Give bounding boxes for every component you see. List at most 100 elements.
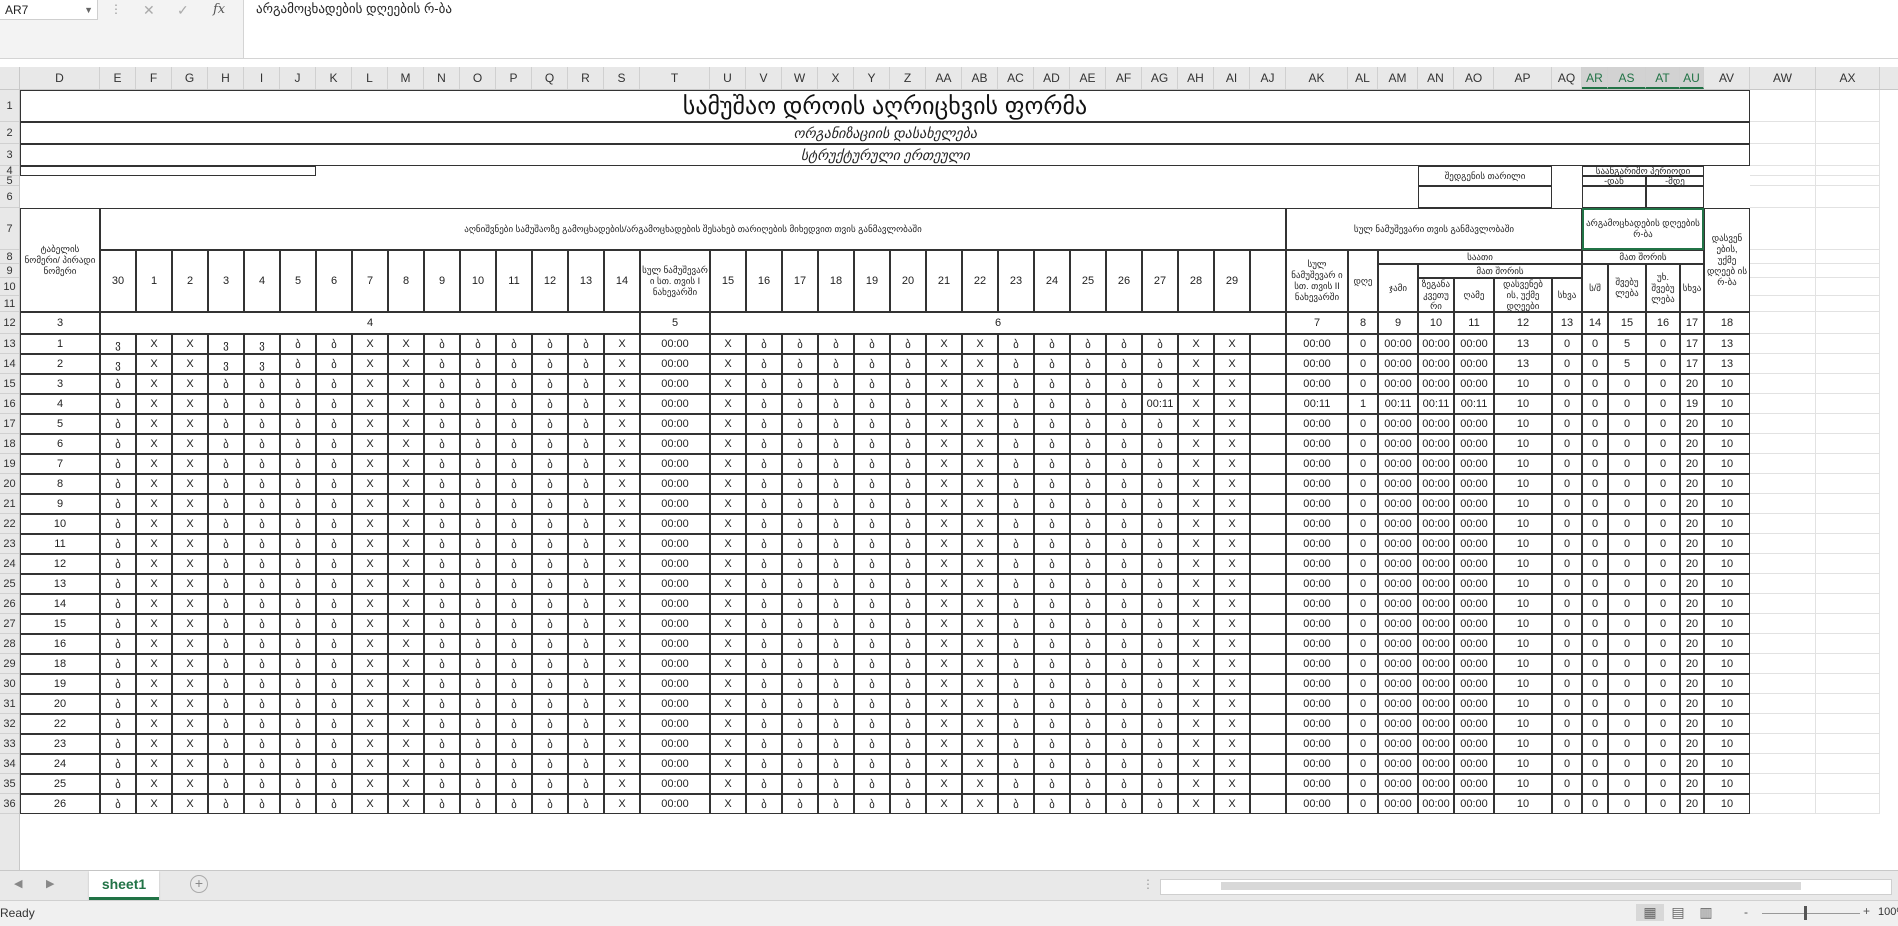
day-header[interactable]: 2	[172, 250, 208, 312]
absence-1[interactable]: 0	[1582, 754, 1608, 774]
day-mark[interactable]: X	[962, 654, 998, 674]
day-mark[interactable]: X	[136, 794, 172, 814]
night-hours[interactable]: 00:00	[1454, 694, 1494, 714]
day-mark[interactable]: ბ	[460, 794, 496, 814]
colnum[interactable]: 9	[1378, 312, 1418, 334]
day-mark[interactable]: ბ	[1106, 334, 1142, 354]
day-mark[interactable]: ბ	[460, 394, 496, 414]
column-header[interactable]: O	[460, 67, 496, 89]
day-mark[interactable]: X	[1214, 734, 1250, 754]
row-number[interactable]: 23	[20, 734, 100, 754]
day-mark[interactable]: ბ	[316, 434, 352, 454]
row-header[interactable]: 17	[0, 414, 19, 434]
day-mark[interactable]: X	[926, 334, 962, 354]
day-mark[interactable]: ბ	[818, 714, 854, 734]
day-mark[interactable]: X	[1214, 454, 1250, 474]
zoom-level[interactable]: 100%	[1878, 906, 1898, 918]
empty-cell[interactable]	[1750, 774, 1816, 794]
days-worked[interactable]: 0	[1348, 474, 1378, 494]
day-mark[interactable]: ბ	[1142, 494, 1178, 514]
day-mark[interactable]: ბ	[782, 794, 818, 814]
day-mark[interactable]: X	[962, 454, 998, 474]
night-hours[interactable]: 00:00	[1454, 534, 1494, 554]
column-header[interactable]: AT	[1646, 67, 1680, 89]
absence-2[interactable]: 0	[1608, 754, 1646, 774]
day-mark[interactable]: ბ	[746, 654, 782, 674]
day-mark[interactable]: ბ	[568, 334, 604, 354]
night-hours[interactable]: 00:00	[1454, 494, 1494, 514]
day-mark[interactable]: ბ	[532, 574, 568, 594]
column-header[interactable]: W	[782, 67, 818, 89]
day-mark[interactable]: ბ	[244, 394, 280, 414]
close-icon[interactable]: ✕	[143, 0, 155, 20]
day-mark[interactable]: ბ	[782, 634, 818, 654]
day-mark[interactable]: ბ	[782, 394, 818, 414]
day-mark[interactable]: ბ	[568, 414, 604, 434]
day-mark[interactable]: ბ	[854, 634, 890, 654]
day-mark[interactable]: ბ	[460, 774, 496, 794]
day-mark[interactable]: X	[352, 714, 388, 734]
day-header[interactable]: 18	[818, 250, 854, 312]
total-hours[interactable]: 00:00	[1378, 714, 1418, 734]
column-header[interactable]: AL	[1348, 67, 1378, 89]
other-hours[interactable]: 0	[1552, 754, 1582, 774]
row-header[interactable]: 36	[0, 794, 19, 814]
day-mark[interactable]: ბ	[890, 634, 926, 654]
row-header[interactable]: 31	[0, 694, 19, 714]
day-mark[interactable]: ბ	[532, 734, 568, 754]
day-mark[interactable]: X	[604, 594, 640, 614]
day-mark[interactable]: ბ	[532, 694, 568, 714]
day-mark[interactable]: X	[926, 374, 962, 394]
empty-cell[interactable]	[1816, 734, 1880, 754]
day-mark[interactable]: X	[962, 694, 998, 714]
day-mark[interactable]: ბ	[424, 574, 460, 594]
day-mark[interactable]: X	[388, 554, 424, 574]
day-mark[interactable]: ბ	[280, 614, 316, 634]
colnum[interactable]: 3	[20, 312, 100, 334]
absence-3[interactable]: 0	[1646, 634, 1680, 654]
overtime-hours[interactable]: 00:00	[1418, 514, 1454, 534]
column-header[interactable]: V	[746, 67, 782, 89]
day-mark[interactable]: ბ	[496, 654, 532, 674]
day-mark[interactable]: X	[352, 334, 388, 354]
day-mark[interactable]: ბ	[496, 454, 532, 474]
day-mark[interactable]: ბ	[1106, 554, 1142, 574]
absence-1[interactable]: 0	[1582, 414, 1608, 434]
day-mark[interactable]: ბ	[1106, 574, 1142, 594]
day-mark[interactable]: X	[172, 494, 208, 514]
payment-days[interactable]: 10	[1704, 494, 1750, 514]
day-mark[interactable]: X	[710, 574, 746, 594]
day-mark[interactable]: ბ	[782, 614, 818, 634]
row-number[interactable]: 26	[20, 794, 100, 814]
row-number[interactable]: 22	[20, 714, 100, 734]
first-half-hours[interactable]: 00:00	[640, 734, 710, 754]
day-mark[interactable]: X	[172, 514, 208, 534]
day-mark[interactable]: X	[388, 494, 424, 514]
day-mark[interactable]: ბ	[280, 634, 316, 654]
other-hours[interactable]: 0	[1552, 354, 1582, 374]
day-mark[interactable]: ბ	[746, 694, 782, 714]
day-mark[interactable]: ბ	[460, 754, 496, 774]
day-mark[interactable]: ბ	[890, 574, 926, 594]
day-mark[interactable]: ბ	[1142, 714, 1178, 734]
absence-3[interactable]: 0	[1646, 554, 1680, 574]
holiday-hours[interactable]: 10	[1494, 394, 1552, 414]
holiday-hours[interactable]: 10	[1494, 534, 1552, 554]
first-half-hours[interactable]: 00:00	[640, 574, 710, 594]
day-mark[interactable]: X	[710, 494, 746, 514]
blank-day[interactable]	[1250, 674, 1286, 694]
scroll-thumb[interactable]	[1221, 882, 1801, 890]
day-mark[interactable]: ბ	[280, 494, 316, 514]
overtime-hours[interactable]: 00:00	[1418, 654, 1454, 674]
day-mark[interactable]: ბ	[100, 494, 136, 514]
day-mark[interactable]: X	[388, 754, 424, 774]
absence-2[interactable]: 0	[1608, 614, 1646, 634]
holiday-hours[interactable]: 13	[1494, 354, 1552, 374]
night-hours[interactable]: 00:00	[1454, 734, 1494, 754]
blank-day[interactable]	[1250, 694, 1286, 714]
holiday-hours[interactable]: 10	[1494, 654, 1552, 674]
absence-1[interactable]: 0	[1582, 514, 1608, 534]
row-header[interactable]: 20	[0, 474, 19, 494]
day-mark[interactable]: X	[962, 374, 998, 394]
day-mark[interactable]: ბ	[568, 734, 604, 754]
